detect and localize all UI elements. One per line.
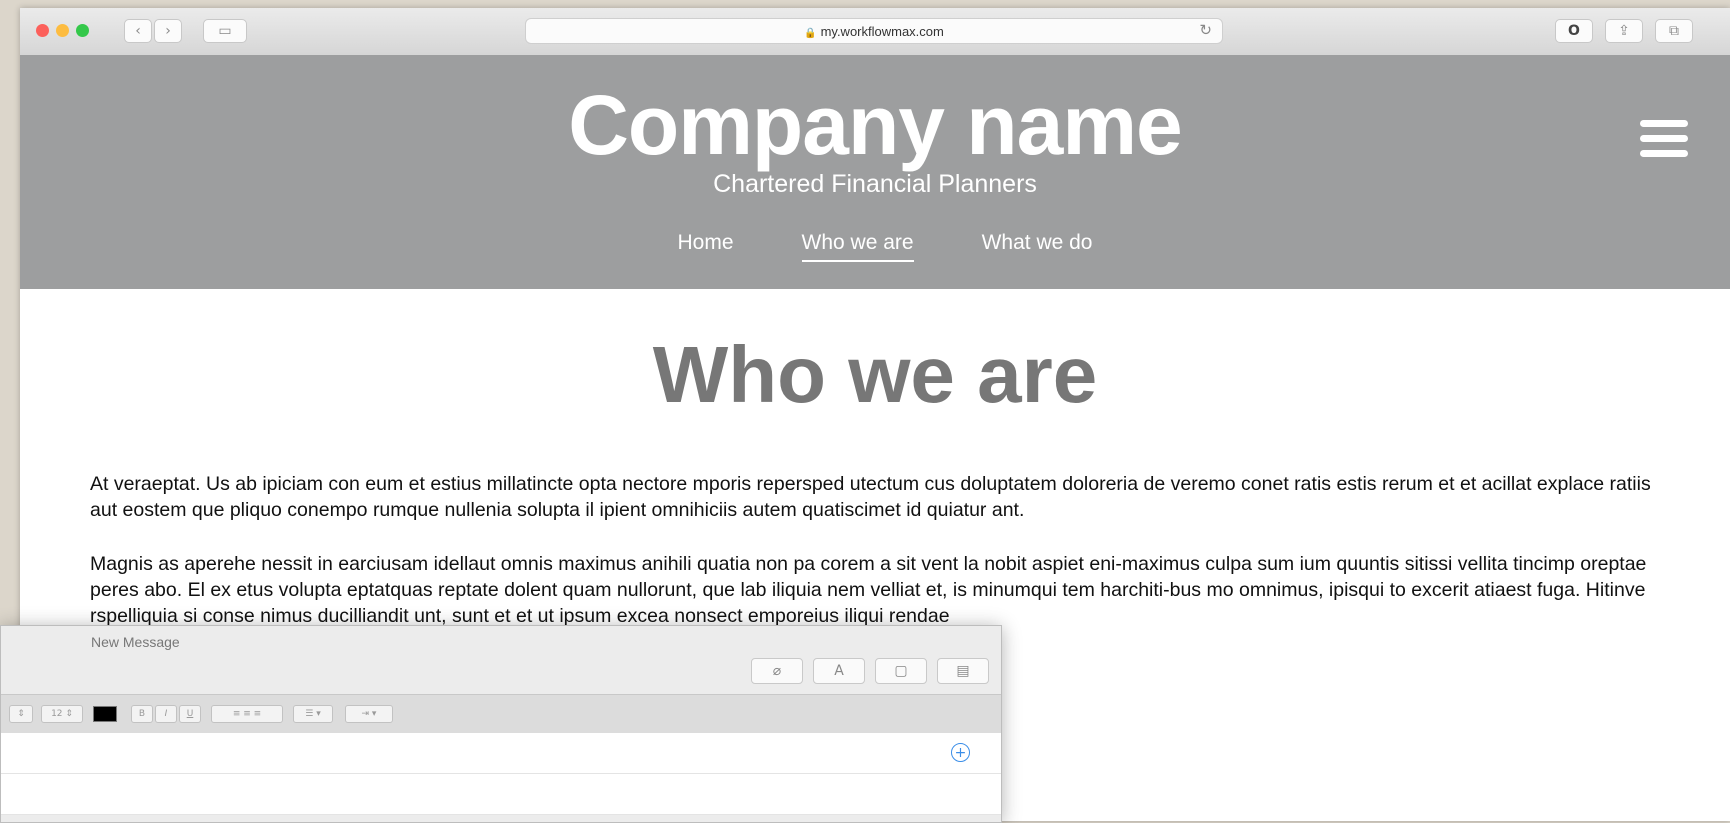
mail-compose-window: New Message ⌀ A ▢ ▤ ⇕ 12 ⇕ B I U ≡ ≡ ≡ ☰… [0, 625, 1002, 823]
reload-icon[interactable]: ↻ [1199, 21, 1212, 39]
to-field[interactable]: + [1, 733, 1001, 774]
text-color-swatch[interactable] [93, 706, 117, 722]
share-button[interactable]: ⇪ [1605, 19, 1643, 43]
nav-what-we-do-link[interactable]: What we do [982, 231, 1093, 262]
site-header: Company name Chartered Financial Planner… [20, 55, 1730, 289]
add-contact-icon[interactable]: + [951, 743, 970, 762]
hamburger-menu-icon[interactable] [1640, 120, 1688, 165]
main-nav: Home Who we are What we do [20, 231, 1730, 262]
chevron-left-icon: ‹ [135, 23, 141, 39]
bold-button[interactable]: B [131, 705, 153, 723]
forward-button[interactable]: › [154, 19, 182, 43]
zoom-window-button[interactable] [76, 24, 89, 37]
font-icon: A [834, 663, 844, 679]
address-bar[interactable]: 🔒 my.workflowmax.com ↻ [525, 18, 1223, 44]
paperclip-icon: ⌀ [772, 663, 782, 679]
format-button[interactable]: A [813, 658, 865, 684]
share-icon: ⇪ [1618, 23, 1630, 39]
format-bar: ⇕ 12 ⇕ B I U ≡ ≡ ≡ ☰ ▾ ⇥ ▾ [1, 694, 1001, 734]
italic-button[interactable]: I [155, 705, 177, 723]
nav-home-link[interactable]: Home [678, 231, 734, 262]
tabs-icon: ⧉ [1669, 23, 1679, 39]
stationery-icon: ▤ [956, 663, 970, 679]
browser-toolbar: ‹ › ▭ 🔒 my.workflowmax.com ↻ O ⇪ ⧉ [20, 8, 1730, 56]
page-title: Who we are [652, 330, 1098, 419]
mail-window-title: New Message [91, 634, 180, 650]
attach-button[interactable]: ⌀ [751, 658, 803, 684]
tagline: Chartered Financial Planners [713, 170, 1037, 198]
lock-icon: 🔒 [804, 28, 817, 39]
photo-browser-button[interactable]: ▢ [875, 658, 927, 684]
minimize-window-button[interactable] [56, 24, 69, 37]
back-button[interactable]: ‹ [124, 19, 152, 43]
nav-who-we-are-link[interactable]: Who we are [801, 231, 914, 262]
body-paragraph-1: At veraeptat. Us ab ipiciam con eum et e… [90, 473, 1651, 521]
url-text: my.workflowmax.com [820, 24, 944, 39]
cc-field[interactable] [1, 774, 1001, 815]
window-controls [36, 24, 89, 37]
sidebar-toggle-button[interactable]: ▭ [203, 19, 247, 43]
chevron-right-icon: › [165, 23, 171, 39]
tabs-button[interactable]: ⧉ [1655, 19, 1693, 43]
font-family-stepper[interactable]: ⇕ [9, 705, 33, 723]
close-window-button[interactable] [36, 24, 49, 37]
stationery-button[interactable]: ▤ [937, 658, 989, 684]
indent-select[interactable]: ⇥ ▾ [345, 705, 393, 723]
photo-icon: ▢ [894, 663, 908, 679]
underline-button[interactable]: U [179, 705, 201, 723]
font-size-select[interactable]: 12 ⇕ [41, 705, 83, 723]
alignment-buttons[interactable]: ≡ ≡ ≡ [211, 705, 283, 723]
company-name: Company name [568, 78, 1183, 172]
extension-icon: O [1568, 23, 1580, 39]
list-style-select[interactable]: ☰ ▾ [293, 705, 333, 723]
extension-button[interactable]: O [1555, 19, 1593, 43]
body-paragraph-2: Magnis as aperehe nessit in earciusam id… [90, 553, 1647, 627]
sidebar-icon: ▭ [218, 23, 232, 39]
